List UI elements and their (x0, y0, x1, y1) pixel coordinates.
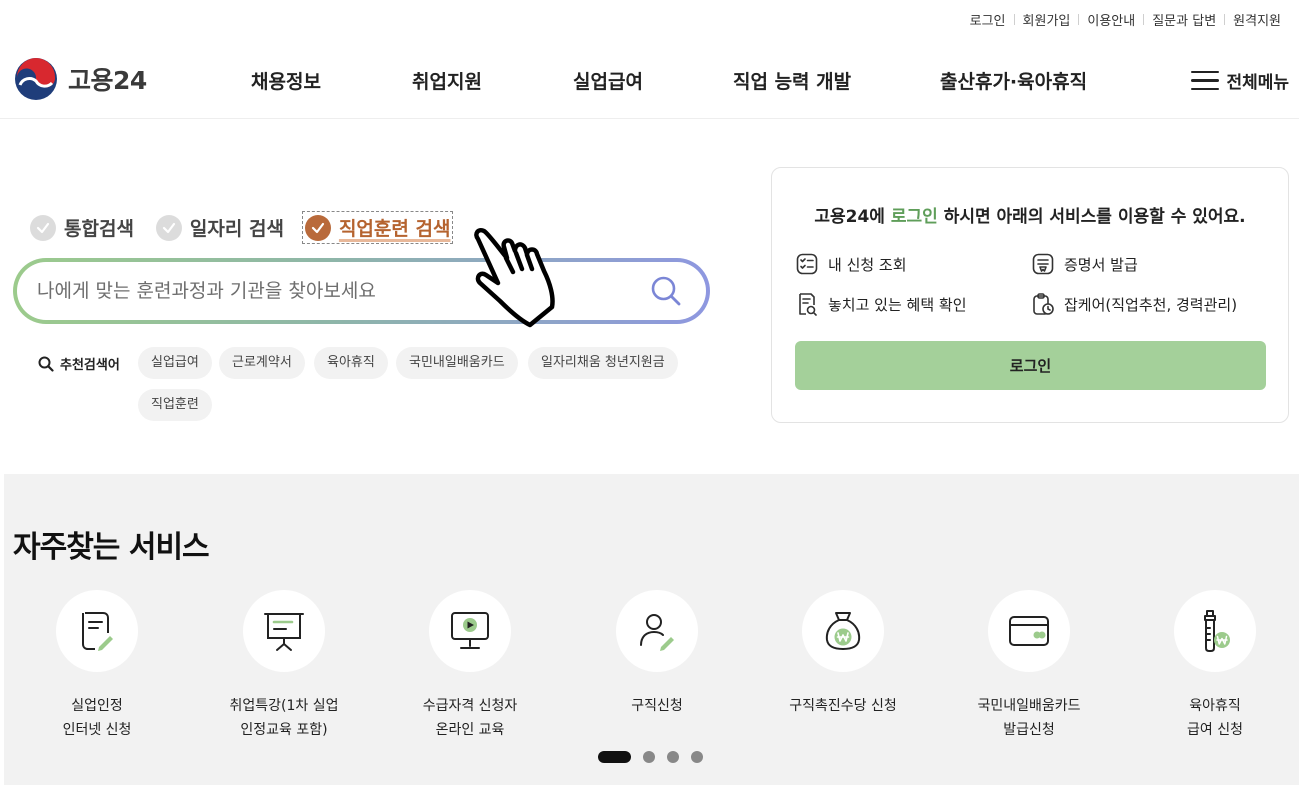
keyword-chip[interactable]: 육아휴직 (314, 347, 388, 379)
login-panel: 고용24에 로그인 하시면 아래의 서비스를 이용할 수 있어요. 내 신청 조… (771, 167, 1289, 423)
util-signup-link[interactable]: 회원가입 (1015, 10, 1079, 29)
pagination-dot-1[interactable] (598, 751, 631, 763)
service-icon-circle (56, 590, 138, 672)
tab-job-search[interactable]: 일자리 검색 (155, 214, 284, 241)
login-msg-highlight: 로그인 (890, 207, 938, 227)
login-msg-suffix: 하시면 아래의 서비스를 이용할 수 있어요. (937, 207, 1246, 227)
pagination-dot-4[interactable] (691, 751, 703, 763)
certificate-icon (1031, 252, 1055, 276)
tab-training-search[interactable]: 직업훈련 검색 (301, 211, 454, 244)
pagination-dot-3[interactable] (667, 751, 679, 763)
tab-label: 통합검색 (64, 218, 134, 240)
utility-links: 로그인 회원가입 이용안내 질문과 답변 원격지원 (962, 10, 1289, 29)
pagination-dot-2[interactable] (643, 751, 655, 763)
all-menu-label: 전체메뉴 (1226, 73, 1289, 93)
login-msg-prefix: 고용24에 (814, 207, 891, 227)
service-my-applications[interactable]: 내 신청 조회 (795, 252, 907, 276)
search-tabs: 통합검색 일자리 검색 직업훈련 검색 (30, 211, 475, 244)
service-label: 잡케어(직업추천, 경력관리) (1064, 295, 1238, 314)
service-learning-card[interactable]: 국민내일배움카드 발급신청 (939, 590, 1119, 742)
service-label: 구직신청 (631, 698, 683, 714)
frequent-services-section: 자주찾는 서비스 실업인정인터넷 신청 취업특강(1차 실업인정교육 포함) (4, 474, 1299, 785)
nav-maternity-parental-leave[interactable]: 출산휴가·육아휴직 (940, 67, 1087, 94)
main-nav: 채용정보 취업지원 실업급여 직업 능력 개발 출산휴가·육아휴직 (0, 67, 1299, 93)
keyword-chip[interactable]: 직업훈련 (138, 389, 212, 421)
service-job-application[interactable]: 구직신청 (567, 590, 747, 718)
service-job-seeking-allowance[interactable]: 구직촉진수당 신청 (753, 590, 933, 718)
pointer-hand-icon (474, 228, 555, 328)
nav-unemployment-benefit[interactable]: 실업급여 (573, 67, 643, 94)
tab-label: 직업훈련 검색 (338, 218, 451, 240)
money-bag-won-icon (825, 612, 861, 650)
reco-title-label: 추천검색어 (60, 358, 120, 373)
service-online-education[interactable]: 수급자격 신청자 온라인 교육 (380, 590, 560, 742)
monitor-play-icon (451, 612, 489, 649)
util-guide-link[interactable]: 이용안내 (1079, 10, 1143, 29)
login-button[interactable]: 로그인 (795, 341, 1266, 390)
nav-recruit[interactable]: 채용정보 (251, 67, 321, 94)
tab-label: 일자리 검색 (189, 218, 284, 240)
service-missed-benefits[interactable]: 놓치고 있는 혜택 확인 (795, 292, 967, 316)
header-divider (0, 118, 1299, 119)
service-certificate[interactable]: 증명서 발급 (1031, 252, 1138, 276)
tab-integrated-search[interactable]: 통합검색 (30, 214, 134, 241)
service-icon-circle (429, 590, 511, 672)
service-jobcare[interactable]: 잡케어(직업추천, 경력관리) (1031, 292, 1237, 316)
service-label: 실업인정 인터넷 신청 (62, 698, 132, 738)
service-unemployment-recognition[interactable]: 실업인정 인터넷 신청 (7, 590, 187, 742)
keyword-chip[interactable]: 실업급여 (138, 347, 212, 379)
search-button[interactable] (648, 273, 684, 309)
service-icon-circle (616, 590, 698, 672)
util-remote-link[interactable]: 원격지원 (1225, 10, 1289, 29)
card-icon (1009, 616, 1049, 646)
search-inner (17, 262, 706, 320)
all-menu-button[interactable]: 전체메뉴 (1191, 68, 1289, 93)
service-label: 취업특강(1차 실업 인정교육 포함) (229, 698, 339, 738)
service-icon-circle (1174, 590, 1256, 672)
carousel-pagination (598, 751, 715, 763)
util-qna-link[interactable]: 질문과 답변 (1144, 10, 1224, 29)
service-icon-circle (802, 590, 884, 672)
check-icon (304, 214, 331, 241)
keyword-chip[interactable]: 국민내일배움카드 (396, 347, 518, 379)
service-label: 내 신청 조회 (828, 255, 907, 274)
presentation-board-icon (264, 613, 304, 651)
service-label: 국민내일배움카드 발급신청 (977, 698, 1081, 738)
document-search-icon (795, 292, 819, 316)
hamburger-icon (1191, 70, 1220, 91)
service-label: 놓치고 있는 혜택 확인 (828, 295, 967, 314)
service-label: 수급자격 신청자 온라인 교육 (422, 698, 518, 738)
search-box (13, 258, 710, 324)
login-message: 고용24에 로그인 하시면 아래의 서비스를 이용할 수 있어요. (772, 202, 1288, 227)
search-icon (651, 276, 681, 306)
clipboard-clock-icon (1031, 292, 1055, 316)
service-label: 육아휴직 급여 신청 (1187, 698, 1243, 738)
document-pen-icon (82, 612, 113, 651)
search-icon (38, 356, 54, 372)
util-login-link[interactable]: 로그인 (962, 10, 1014, 29)
check-icon (155, 214, 182, 241)
check-icon (30, 214, 56, 241)
service-label: 증명서 발급 (1064, 255, 1138, 274)
service-icon-circle (988, 590, 1070, 672)
nav-vocational-training[interactable]: 직업 능력 개발 (733, 67, 851, 94)
nav-employment-support[interactable]: 취업지원 (412, 67, 482, 94)
keyword-chip[interactable]: 일자리채움 청년지원금 (528, 347, 678, 379)
service-label: 구직촉진수당 신청 (789, 698, 897, 714)
checklist-icon (795, 252, 819, 276)
person-pen-icon (640, 614, 674, 651)
reco-title: 추천검색어 (38, 354, 120, 373)
baby-bottle-won-icon (1204, 610, 1230, 652)
section-title: 자주찾는 서비스 (13, 530, 210, 565)
keyword-chip[interactable]: 근로계약서 (219, 347, 305, 379)
service-icon-circle (243, 590, 325, 672)
service-parental-leave-pay[interactable]: 육아휴직 급여 신청 (1125, 590, 1299, 742)
service-employment-lecture[interactable]: 취업특강(1차 실업 인정교육 포함) (194, 590, 374, 742)
